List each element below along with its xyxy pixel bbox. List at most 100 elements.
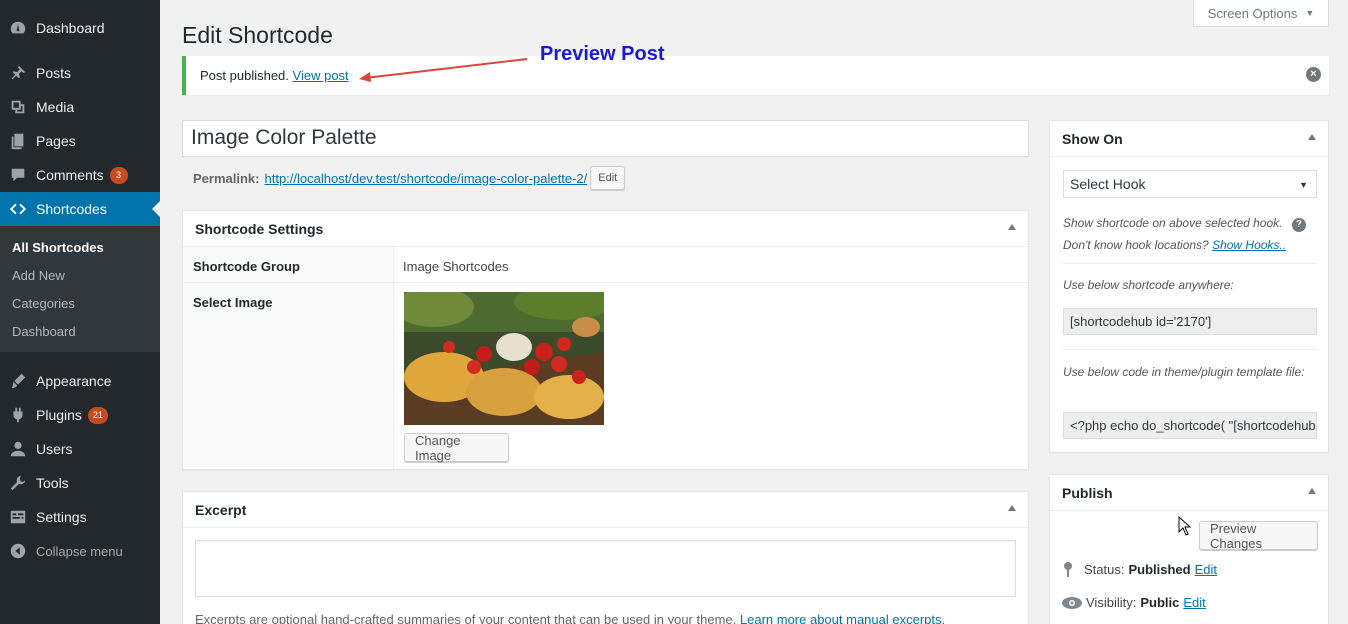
- permalink-label: Permalink:: [193, 170, 260, 186]
- shortcode-group-value[interactable]: Image Shortcodes: [403, 259, 509, 274]
- view-post-link[interactable]: View post: [293, 68, 349, 83]
- sidebar-item-label: Plugins: [36, 407, 82, 423]
- annotation-label: Preview Post: [540, 43, 665, 65]
- sidebar-item-users[interactable]: Users: [0, 432, 160, 466]
- sidebar-item-label: Users: [36, 441, 73, 457]
- status-label: Status:: [1084, 561, 1125, 577]
- visibility-row: Visibility: Public Edit: [1062, 595, 1206, 610]
- pin-icon: [0, 64, 36, 82]
- sidebar-item-posts[interactable]: Posts: [0, 56, 160, 90]
- sidebar-item-shortcodes[interactable]: Shortcodes: [0, 192, 160, 226]
- publish-header[interactable]: Publish: [1050, 475, 1328, 511]
- collapse-arrow-icon[interactable]: [1308, 488, 1316, 494]
- sidebar-item-label: Pages: [36, 133, 76, 149]
- sidebar-item-tools[interactable]: Tools: [0, 466, 160, 500]
- sidebar-item-label: Media: [36, 99, 75, 115]
- permalink-link[interactable]: http://localhost/dev.test/shortcode/imag…: [264, 171, 587, 186]
- excerpt-header[interactable]: Excerpt: [183, 492, 1028, 528]
- sidebar-item-settings[interactable]: Settings: [0, 500, 160, 534]
- publish-box: Publish Preview Changes Status: Publishe…: [1049, 474, 1329, 624]
- show-on-heading: Show On: [1062, 130, 1123, 147]
- excerpt-box: Excerpt Excerpts are optional hand-craft…: [182, 491, 1029, 624]
- shortcodes-submenu: All Shortcodes Add New Categories Dashbo…: [0, 226, 160, 352]
- sidebar-item-label: Comments: [36, 167, 104, 183]
- excerpt-help-text: Excerpts are optional hand-crafted summa…: [195, 612, 945, 624]
- shortcode-group-label: Shortcode Group: [193, 259, 300, 274]
- show-on-header[interactable]: Show On: [1050, 121, 1328, 157]
- permalink-base: http://localhost/dev.test/shortcode/: [264, 170, 461, 186]
- show-hooks-link[interactable]: Show Hooks..: [1212, 238, 1286, 252]
- visibility-edit-link[interactable]: Edit: [1183, 595, 1205, 610]
- sidebar-item-comments[interactable]: Comments 3: [0, 158, 160, 192]
- plugins-update-badge: 21: [87, 406, 108, 424]
- help-icon[interactable]: ?: [1291, 218, 1306, 232]
- caret-down-icon: ▼: [1299, 180, 1308, 190]
- code-icon: [0, 200, 36, 218]
- visibility-value: Public: [1140, 595, 1180, 610]
- status-edit-link[interactable]: Edit: [1195, 562, 1217, 577]
- sidebar-item-pages[interactable]: Pages: [0, 124, 160, 158]
- shortcode-settings-box: Shortcode Settings Shortcode Group Image…: [182, 210, 1029, 470]
- active-menu-arrow: [152, 201, 160, 217]
- brush-icon: [0, 372, 36, 390]
- php-code-field[interactable]: <?php echo do_shortcode( "[shortcodehub …: [1063, 412, 1317, 439]
- submenu-add-new[interactable]: Add New: [12, 268, 65, 283]
- sidebar-item-label: Settings: [36, 509, 87, 525]
- submenu-all-shortcodes[interactable]: All Shortcodes: [12, 240, 104, 255]
- settings-heading: Shortcode Settings: [195, 220, 324, 237]
- pin-icon: [1064, 562, 1072, 577]
- submenu-categories[interactable]: Categories: [12, 296, 75, 311]
- dismiss-icon[interactable]: ×: [1306, 67, 1321, 82]
- selected-image-thumbnail: [404, 292, 604, 425]
- sidebar-item-dashboard[interactable]: Dashboard: [0, 11, 160, 45]
- permalink-row: Permalink: http://localhost/dev.test/sho…: [193, 166, 626, 190]
- settings-header[interactable]: Shortcode Settings: [183, 211, 1028, 247]
- collapse-arrow-icon[interactable]: [1308, 134, 1316, 140]
- mouse-cursor-icon: [1178, 516, 1192, 536]
- excerpt-heading: Excerpt: [195, 501, 247, 518]
- divider: [1063, 349, 1317, 350]
- hook-hint-text: Show shortcode on above selected hook.: [1063, 216, 1283, 230]
- sidebar-item-appearance[interactable]: Appearance: [0, 364, 160, 398]
- select-image-label: Select Image: [193, 295, 273, 310]
- collapse-arrow-icon[interactable]: [1008, 224, 1016, 230]
- permalink-edit-button[interactable]: Edit: [590, 166, 626, 190]
- comment-icon: [0, 166, 36, 184]
- sidebar-item-plugins[interactable]: Plugins 21: [0, 398, 160, 432]
- hook-locations-hint: Don't know hook locations? Show Hooks..: [1063, 238, 1286, 252]
- collapse-menu-button[interactable]: Collapse menu: [0, 534, 160, 568]
- post-title-input[interactable]: Image Color Palette: [182, 120, 1029, 157]
- admin-sidebar: Dashboard Posts Media Pages Comments 3 S…: [0, 0, 160, 624]
- select-hook-dropdown[interactable]: Select Hook ▼: [1063, 170, 1317, 198]
- show-on-box: Show On Select Hook ▼ Show shortcode on …: [1049, 120, 1329, 453]
- shortcode-field[interactable]: [shortcodehub id='2170']: [1063, 308, 1317, 335]
- publish-heading: Publish: [1062, 484, 1113, 501]
- status-row: Status: Published Edit: [1062, 561, 1217, 577]
- settings-icon: [0, 508, 36, 526]
- shortcode-anywhere-label: Use below shortcode anywhere:: [1063, 278, 1234, 292]
- eye-icon: [1062, 596, 1082, 609]
- hook-hint: Show shortcode on above selected hook. ?: [1063, 216, 1306, 232]
- comments-count-badge: 3: [109, 166, 128, 184]
- plugin-icon: [0, 406, 36, 424]
- excerpt-learn-more-link[interactable]: Learn more about manual excerpts.: [740, 612, 945, 624]
- preview-changes-button[interactable]: Preview Changes: [1199, 521, 1318, 551]
- collapse-arrow-icon[interactable]: [1008, 505, 1016, 511]
- sidebar-item-label: Posts: [36, 65, 72, 81]
- excerpt-textarea[interactable]: [195, 540, 1016, 597]
- sidebar-item-media[interactable]: Media: [0, 90, 160, 124]
- notice-text-row: Post published. View post: [200, 68, 349, 83]
- media-icon: [0, 98, 36, 116]
- submenu-dashboard[interactable]: Dashboard: [12, 324, 76, 339]
- annotation-arrow: [359, 58, 528, 82]
- change-image-button[interactable]: Change Image: [404, 433, 509, 463]
- sidebar-item-label: Collapse menu: [36, 543, 123, 559]
- screen-options-button[interactable]: Screen Options ▼: [1193, 0, 1329, 27]
- collapse-icon: [0, 542, 36, 560]
- caret-down-icon: ▼: [1305, 8, 1315, 18]
- select-hook-value: Select Hook: [1070, 176, 1146, 192]
- pages-icon: [0, 132, 36, 150]
- sidebar-item-label: Appearance: [36, 373, 112, 389]
- wrench-icon: [0, 474, 36, 492]
- status-value: Published: [1128, 561, 1191, 577]
